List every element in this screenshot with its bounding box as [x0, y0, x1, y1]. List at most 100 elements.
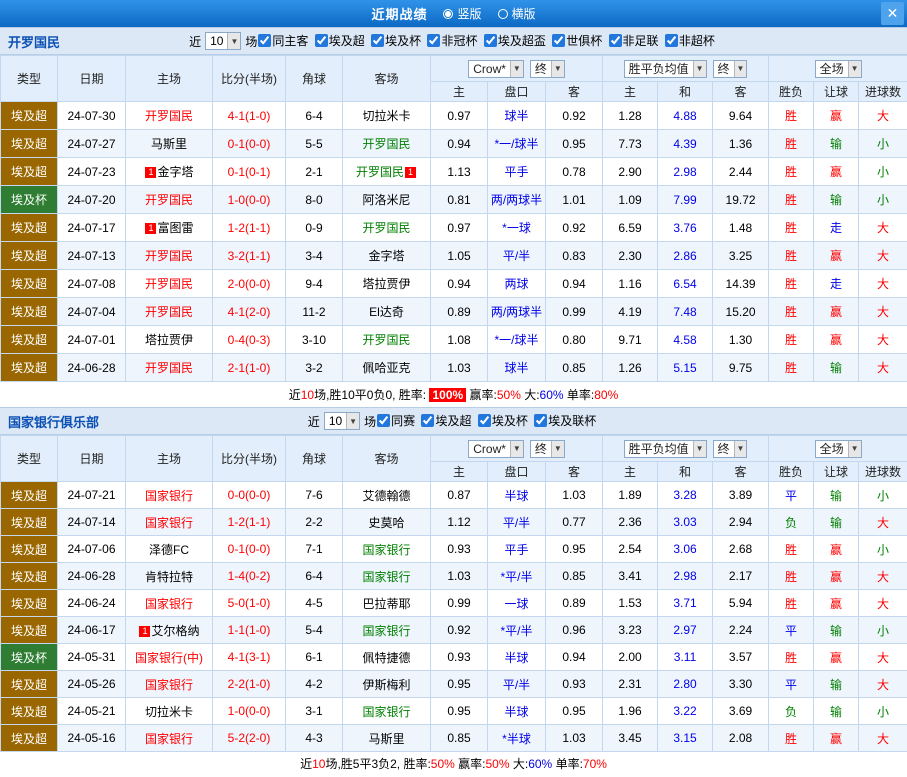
league-filter-checkbox[interactable]: 埃及杯 — [371, 32, 421, 49]
league-filter-checkbox[interactable]: 埃及超盃 — [484, 32, 546, 49]
cell-home-team: 国家银行(中) — [126, 644, 213, 671]
cell-odds-home: 0.85 — [431, 725, 488, 752]
cell-odds-away: 0.77 — [546, 509, 603, 536]
cell-result: 胜 — [769, 130, 814, 158]
cell-away-team: 阿洛米尼 — [343, 186, 431, 214]
cell-odds-away: 1.03 — [546, 482, 603, 509]
section2-summary: 近10场,胜5平3负2, 胜率:50% 赢率:50% 大:60% 单率:70% — [0, 752, 907, 775]
cell-corner: 3-1 — [286, 698, 343, 725]
cell-league-type: 埃及超 — [1, 130, 58, 158]
cell-goals-result: 小 — [859, 130, 907, 158]
odds-company-select[interactable]: Crow*▼ — [468, 60, 524, 78]
league-filter-checkbox[interactable]: 埃及超 — [315, 32, 365, 49]
cell-avg-home: 3.41 — [603, 563, 658, 590]
cell-result: 胜 — [769, 590, 814, 617]
cell-home-team: 开罗国民 — [126, 102, 213, 130]
cell-avg-home: 7.73 — [603, 130, 658, 158]
cell-handicap: 半球 — [488, 482, 546, 509]
cell-avg-away: 1.30 — [713, 326, 769, 354]
odds-final-select[interactable]: 终▼ — [530, 60, 565, 78]
cell-away-team: 国家银行 — [343, 563, 431, 590]
cell-score: 1-4(0-2) — [213, 563, 286, 590]
radio-unselected-icon — [498, 9, 508, 19]
league-filter-checkbox[interactable]: 非冠杯 — [427, 32, 477, 49]
cell-score: 0-0(0-0) — [213, 482, 286, 509]
cell-goals-result: 大 — [859, 326, 907, 354]
avg-odds-select[interactable]: 胜平负均值▼ — [624, 60, 707, 78]
match-count-select[interactable]: 10▼ — [205, 32, 241, 50]
cell-avg-home: 3.23 — [603, 617, 658, 644]
match-row: 埃及超 24-06-28 开罗国民 2-1(1-0) 3-2 佩哈亚克 1.03… — [1, 354, 907, 382]
league-filter-checkbox[interactable]: 世俱杯 — [552, 32, 602, 49]
league-filter-checkbox[interactable]: 非超杯 — [665, 32, 715, 49]
header-corner: 角球 — [286, 56, 343, 102]
cell-league-type: 埃及超 — [1, 158, 58, 186]
cell-goals-result: 小 — [859, 536, 907, 563]
cell-date: 24-07-27 — [58, 130, 126, 158]
match-row: 埃及超 24-07-30 开罗国民 4-1(1-0) 6-4 切拉米卡 0.97… — [1, 102, 907, 130]
header-odds-away: 客 — [546, 462, 603, 482]
cell-avg-away: 3.89 — [713, 482, 769, 509]
avg-final-select[interactable]: 终▼ — [713, 60, 748, 78]
scope-select[interactable]: 全场▼ — [815, 440, 862, 458]
cell-away-team: 切拉米卡 — [343, 102, 431, 130]
cell-odds-away: 0.95 — [546, 698, 603, 725]
cell-corner: 3-2 — [286, 354, 343, 382]
league-checkbox-group: 同主客 埃及超 埃及杯 非冠杯 埃及超盃 世俱杯 非足联 非超杯 — [258, 32, 718, 50]
layout-option-horizontal[interactable]: 横版 — [498, 5, 536, 22]
cell-avg-home: 1.96 — [603, 698, 658, 725]
match-row: 埃及超 24-07-14 国家银行 1-2(1-1) 2-2 史莫哈 1.12 … — [1, 509, 907, 536]
avg-odds-select[interactable]: 胜平负均值▼ — [624, 440, 707, 458]
close-icon[interactable]: ✕ — [881, 2, 904, 25]
league-filter-checkbox[interactable]: 同赛 — [377, 412, 415, 429]
cell-handicap-result: 赢 — [814, 563, 859, 590]
summary-segment: 60% — [528, 757, 552, 771]
league-filter-checkbox[interactable]: 同主客 — [258, 32, 308, 49]
cell-odds-away: 0.85 — [546, 354, 603, 382]
cell-goals-result: 小 — [859, 617, 907, 644]
match-count-select[interactable]: 10▼ — [324, 412, 360, 430]
cell-avg-draw: 2.98 — [658, 158, 713, 186]
cell-away-team: 史莫哈 — [343, 509, 431, 536]
cell-away-team: 开罗国民 — [343, 130, 431, 158]
summary-segment: 80% — [594, 388, 618, 402]
cell-away-team: 开罗国民1 — [343, 158, 431, 186]
league-filter-checkbox[interactable]: 埃及杯 — [478, 412, 528, 429]
chevron-down-icon: ▼ — [734, 61, 747, 77]
chevron-down-icon: ▼ — [848, 441, 861, 457]
cell-home-team: 1金字塔 — [126, 158, 213, 186]
cell-league-type: 埃及超 — [1, 214, 58, 242]
cell-handicap: 平/半 — [488, 671, 546, 698]
cell-avg-away: 3.57 — [713, 644, 769, 671]
header-odds-group: Crow*▼ 终▼ — [431, 436, 603, 462]
cell-odds-home: 0.94 — [431, 130, 488, 158]
odds-final-select[interactable]: 终▼ — [530, 440, 565, 458]
cell-date: 24-07-08 — [58, 270, 126, 298]
cell-odds-home: 1.05 — [431, 242, 488, 270]
cell-avg-away: 1.48 — [713, 214, 769, 242]
scope-select[interactable]: 全场▼ — [815, 60, 862, 78]
league-filter-checkbox[interactable]: 埃及联杯 — [534, 412, 596, 429]
summary-segment: 10 — [312, 757, 325, 771]
summary-segment: 10 — [301, 388, 314, 402]
cell-avg-draw: 6.54 — [658, 270, 713, 298]
section2-filter: 近 10▼ 场 同赛 埃及超 埃及杯 埃及联杯 — [308, 412, 599, 430]
cell-home-team: 肯特拉特 — [126, 563, 213, 590]
cell-odds-away: 0.94 — [546, 644, 603, 671]
match-row: 埃及超 24-07-23 1金字塔 0-1(0-1) 2-1 开罗国民1 1.1… — [1, 158, 907, 186]
avg-final-select[interactable]: 终▼ — [713, 440, 748, 458]
cell-result: 负 — [769, 509, 814, 536]
cell-handicap-result: 输 — [814, 186, 859, 214]
cell-avg-draw: 3.03 — [658, 509, 713, 536]
odds-company-select[interactable]: Crow*▼ — [468, 440, 524, 458]
cell-handicap: *一/球半 — [488, 130, 546, 158]
league-filter-checkbox[interactable]: 非足联 — [609, 32, 659, 49]
league-filter-checkbox[interactable]: 埃及超 — [421, 412, 471, 429]
red-card-badge: 1 — [145, 167, 156, 178]
cell-result: 胜 — [769, 186, 814, 214]
cell-corner: 6-4 — [286, 102, 343, 130]
cell-corner: 11-2 — [286, 298, 343, 326]
cell-avg-away: 9.75 — [713, 354, 769, 382]
cell-avg-away: 2.17 — [713, 563, 769, 590]
layout-option-vertical[interactable]: 竖版 — [443, 5, 481, 22]
